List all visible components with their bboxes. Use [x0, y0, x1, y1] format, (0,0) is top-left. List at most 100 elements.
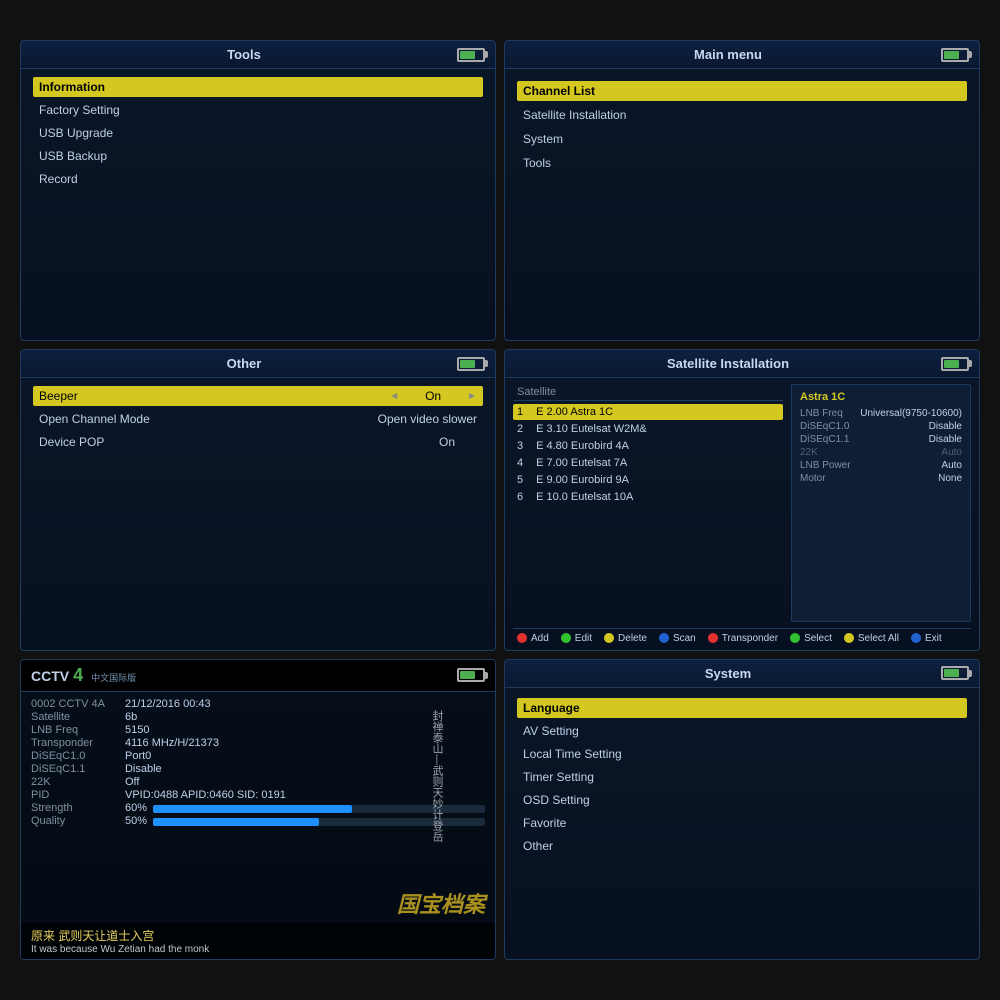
battery-icon-satellite: [941, 357, 969, 371]
system-title: System: [515, 666, 941, 681]
mainmenu-item-tools[interactable]: Tools: [517, 153, 967, 173]
sat-item-3[interactable]: 3 E 4.80 Eurobird 4A: [513, 438, 783, 454]
sat-item-6[interactable]: 6 E 10.0 Eutelsat 10A: [513, 489, 783, 505]
battery-icon-system: [941, 666, 969, 680]
sat-btn-transponder[interactable]: Transponder: [708, 633, 778, 644]
battery-icon-main: [941, 48, 969, 62]
open-channel-label: Open Channel Mode: [39, 412, 378, 426]
system-menu: Language AV Setting Local Time Setting T…: [505, 688, 979, 959]
tools-item-information[interactable]: Information: [33, 77, 483, 97]
tools-item-record[interactable]: Record: [33, 169, 483, 189]
other-title: Other: [31, 356, 457, 371]
scan-dot: [659, 633, 669, 643]
sat-info-diseqc11: DiSEqC1.1 Disable: [800, 433, 962, 446]
tools-panel: Tools Information Factory Setting USB Up…: [20, 40, 496, 341]
mainmenu-item-channel-list[interactable]: Channel List: [517, 81, 967, 101]
sat-info-title: Astra 1C: [800, 391, 962, 403]
sat-btn-exit[interactable]: Exit: [911, 633, 942, 644]
system-item-local-time[interactable]: Local Time Setting: [517, 744, 967, 764]
system-item-osd[interactable]: OSD Setting: [517, 790, 967, 810]
cctv-subtitle-en: It was because Wu Zetian had the monk: [31, 944, 485, 955]
sat-btn-edit[interactable]: Edit: [561, 633, 592, 644]
tools-item-factory-setting[interactable]: Factory Setting: [33, 100, 483, 120]
transponder-label: Transponder: [722, 633, 778, 644]
cctv-header: CCTV 4 中文国际版: [21, 660, 495, 692]
grid-container: Tools Information Factory Setting USB Up…: [20, 40, 980, 960]
system-item-language[interactable]: Language: [517, 698, 967, 718]
cctv-logo-text: CCTV: [31, 668, 69, 684]
add-dot: [517, 633, 527, 643]
beeper-label: Beeper: [39, 389, 389, 403]
mainmenu-item-system[interactable]: System: [517, 129, 967, 149]
sat-btn-scan[interactable]: Scan: [659, 633, 696, 644]
cctv-strength-label: Strength: [31, 802, 105, 814]
exit-label: Exit: [925, 633, 942, 644]
exit-dot: [911, 633, 921, 643]
system-item-av-setting[interactable]: AV Setting: [517, 721, 967, 741]
sat-info-22k: 22K Auto: [800, 446, 962, 459]
mainmenu-item-satellite[interactable]: Satellite Installation: [517, 105, 967, 125]
sat-btn-add[interactable]: Add: [517, 633, 549, 644]
sat-item-1[interactable]: 1 E 2.00 Astra 1C: [513, 404, 783, 420]
select-label: Select: [804, 633, 832, 644]
delete-label: Delete: [618, 633, 647, 644]
cctv-strength-pct: 60%: [125, 802, 147, 814]
cctv-quality-label: Quality: [31, 815, 105, 827]
battery-icon-other: [457, 357, 485, 371]
mainmenu-panel-header: Main menu: [505, 41, 979, 69]
tools-item-usb-backup[interactable]: USB Backup: [33, 146, 483, 166]
cctv-row0-label: 0002 CCTV 4A: [31, 698, 105, 710]
edit-label: Edit: [575, 633, 592, 644]
cctv-subtitle-cn: 原来 武则天让道士入宫: [31, 927, 485, 944]
cctv-channel-subtitle: 中文国际版: [91, 671, 136, 684]
sat-info-panel: Astra 1C LNB Freq Universal(9750-10600) …: [791, 384, 971, 621]
system-item-timer[interactable]: Timer Setting: [517, 767, 967, 787]
sat-item-4[interactable]: 4 E 7.00 Eutelsat 7A: [513, 455, 783, 471]
cctv-diseqc11-label: DiSEqC1.1: [31, 763, 105, 775]
other-setting-open-channel: Open Channel Mode Open video slower: [33, 409, 483, 429]
add-label: Add: [531, 633, 549, 644]
cctv-lnbfreq-label: LNB Freq: [31, 724, 105, 736]
other-setting-beeper[interactable]: Beeper ◄ On ►: [33, 386, 483, 406]
satellite-title: Satellite Installation: [515, 356, 941, 371]
sat-info-diseqc10: DiSEqC1.0 Disable: [800, 420, 962, 433]
cctv-watermark: 国宝档案: [397, 887, 485, 919]
sat-item-5[interactable]: 5 E 9.00 Eurobird 9A: [513, 472, 783, 488]
cctv-panel: CCTV 4 中文国际版 0002 CCTV 4A 21/12/2016 00:…: [20, 659, 496, 960]
beeper-arrow-right[interactable]: ►: [467, 391, 477, 402]
sat-btn-select-all[interactable]: Select All: [844, 633, 899, 644]
sat-info-lnb-power: LNB Power Auto: [800, 459, 962, 472]
system-item-favorite[interactable]: Favorite: [517, 813, 967, 833]
cctv-22k-label: 22K: [31, 776, 105, 788]
transponder-dot: [708, 633, 718, 643]
cctv-subtitle-bar: 原来 武则天让道士入宫 It was because Wu Zetian had…: [21, 923, 495, 959]
outer-container: Tools Information Factory Setting USB Up…: [0, 0, 1000, 1000]
sat-content: Satellite 1 E 2.00 Astra 1C 2 E 3.10 Eut…: [513, 384, 971, 621]
cctv-chinese-vert: 封禅泰山—武则天妙计登岳: [429, 710, 445, 842]
cctv-channel-num: 4: [73, 665, 83, 686]
other-setting-device-pop: Device POP On: [33, 432, 483, 452]
sat-list: Satellite 1 E 2.00 Astra 1C 2 E 3.10 Eut…: [513, 384, 783, 621]
battery-icon: [457, 48, 485, 62]
mainmenu-panel: Main menu Channel List Satellite Install…: [504, 40, 980, 341]
beeper-val-text: On: [403, 389, 463, 403]
battery-icon-cctv: [457, 668, 485, 682]
tools-item-usb-upgrade[interactable]: USB Upgrade: [33, 123, 483, 143]
sat-item-2[interactable]: 2 E 3.10 Eutelsat W2M&: [513, 421, 783, 437]
system-item-other[interactable]: Other: [517, 836, 967, 856]
select-all-label: Select All: [858, 633, 899, 644]
satellite-body: Satellite 1 E 2.00 Astra 1C 2 E 3.10 Eut…: [505, 378, 979, 649]
beeper-value: ◄ On ►: [389, 389, 477, 403]
cctv-pid-label: PID: [31, 789, 105, 801]
cctv-info-grid: 0002 CCTV 4A 21/12/2016 00:43 Satellite …: [21, 692, 495, 833]
cctv-row0-val: 21/12/2016 00:43: [125, 698, 485, 710]
select-dot: [790, 633, 800, 643]
tools-menu: Information Factory Setting USB Upgrade …: [21, 69, 495, 340]
device-pop-val: On: [417, 435, 477, 449]
select-all-dot: [844, 633, 854, 643]
edit-dot: [561, 633, 571, 643]
sat-btn-select[interactable]: Select: [790, 633, 832, 644]
mainmenu-menu: Channel List Satellite Installation Syst…: [505, 69, 979, 340]
sat-btn-delete[interactable]: Delete: [604, 633, 647, 644]
beeper-arrow-left[interactable]: ◄: [389, 391, 399, 402]
